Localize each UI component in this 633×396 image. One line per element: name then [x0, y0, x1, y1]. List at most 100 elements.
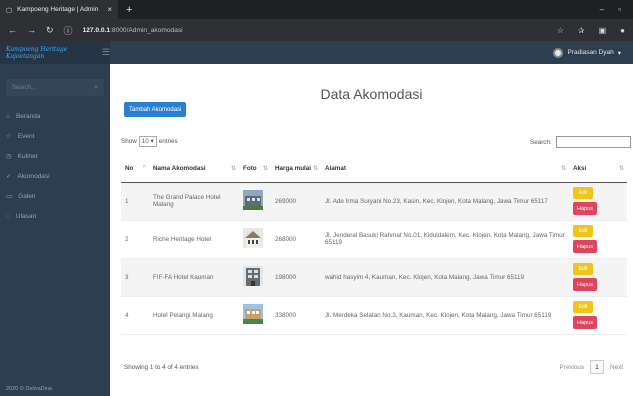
previous-button[interactable]: Previous: [560, 364, 585, 371]
edit-button[interactable]: Edit: [573, 301, 593, 313]
delete-button[interactable]: Hapus: [573, 202, 597, 215]
reload-icon[interactable]: ↻: [46, 25, 54, 36]
cell-harga: 268000: [271, 220, 321, 259]
sidebar-footer: 2020 © DelivaDina: [6, 386, 52, 392]
image-icon: ▭: [6, 193, 13, 200]
cell-aksi: Edit Hapus: [569, 258, 627, 297]
column-header-alamat[interactable]: Alamat ⇅: [321, 156, 569, 183]
cell-harga: 269000: [271, 182, 321, 221]
check-icon: ✓: [6, 173, 12, 180]
sidebar-item-galeri[interactable]: ▭ Galeri: [0, 186, 110, 206]
entries-label: entries: [158, 138, 178, 145]
url-field[interactable]: 127.0.0.1:8000/Admin_akomodasi: [83, 27, 183, 34]
home-icon: ⌂: [6, 112, 10, 120]
add-accommodation-button[interactable]: Tambah Akomodasi: [124, 102, 187, 117]
cell-foto: [239, 258, 271, 297]
back-icon[interactable]: ←: [8, 25, 17, 35]
column-header-no[interactable]: No ^: [121, 156, 149, 183]
cell-harga: 338000: [271, 296, 321, 335]
window-controls: – ▫: [600, 5, 633, 14]
table-header-row: No ^ Nama Akomodasi ⇅ Foto ⇅ Harga mulai ⇅ A…: [121, 156, 627, 183]
cell-foto: [239, 220, 271, 259]
edit-button[interactable]: Edit: [573, 225, 593, 237]
table-search: Search:: [530, 136, 631, 148]
sidebar-item-beranda[interactable]: ⌂ Beranda: [0, 106, 110, 126]
sidebar-item-label: Akomodasi: [17, 172, 50, 180]
delete-button[interactable]: Hapus: [573, 240, 597, 253]
search-icon[interactable]: ⌕: [94, 84, 98, 92]
column-header-foto[interactable]: Foto ⇅: [239, 156, 271, 183]
sidebar-item-ulasan[interactable]: ◌ Ulasan: [0, 206, 110, 226]
page-1-button[interactable]: 1: [590, 360, 605, 374]
entries-select-value: 10: [141, 138, 149, 145]
cell-foto: [239, 182, 271, 221]
table-row: 4 Hotel Pelangi Malang 338000 Jl. Merdek…: [121, 296, 627, 335]
search-input[interactable]: Search...: [12, 85, 36, 91]
bookmark-star-icon[interactable]: ☆: [557, 26, 564, 35]
close-tab-icon[interactable]: ×: [107, 5, 112, 14]
menu-toggle-icon[interactable]: ☰: [102, 48, 110, 58]
accommodation-table: No ^ Nama Akomodasi ⇅ Foto ⇅ Harga mulai ⇅ A…: [121, 156, 627, 335]
page-icon: ▢: [6, 6, 13, 14]
edit-button[interactable]: Edit: [573, 187, 593, 199]
entries-select[interactable]: 10 ▾: [138, 136, 157, 147]
cell-alamat: Jl. Ade Irma Suryani No.23, Kasin, Kec. …: [321, 182, 569, 221]
column-header-nama[interactable]: Nama Akomodasi ⇅: [149, 156, 239, 183]
next-button[interactable]: Next: [610, 364, 623, 371]
chevron-down-icon: ▾: [150, 138, 154, 145]
cell-no: 4: [121, 296, 149, 335]
profile-icon[interactable]: ●: [620, 26, 625, 35]
delete-button[interactable]: Hapus: [573, 316, 597, 329]
sort-icon: ⇅: [230, 166, 236, 172]
entries-length-control: Show 10 ▾ entries: [121, 136, 178, 147]
brand-text: Kampoeng Heritage Kajoetangan: [6, 45, 68, 60]
sidebar-search[interactable]: Search... ⌕: [6, 79, 104, 96]
browser-tab-bar: ▢ Kampoeng Heritage | Admin × + – ▫: [0, 0, 633, 19]
cell-nama: The Grand Palace Hotel Malang: [149, 182, 239, 221]
comment-icon: ◌: [6, 212, 10, 220]
edit-button[interactable]: Edit: [573, 263, 593, 275]
user-menu[interactable]: Pradiasan Dyah ▾: [553, 47, 633, 58]
sort-icon: ⇅: [312, 166, 318, 172]
favorites-icon[interactable]: ✰: [578, 26, 585, 35]
sort-icon: ^: [142, 165, 146, 171]
sidebar-item-akomodasi[interactable]: ✓ Akomodasi: [0, 166, 110, 186]
sidebar-item-event[interactable]: ☆ Event: [0, 126, 110, 146]
sidebar-item-kuliner[interactable]: ◷ Kuliner: [0, 146, 110, 166]
brand-logo[interactable]: Kampoeng Heritage Kajoetangan ☰: [0, 41, 110, 64]
forward-icon[interactable]: →: [27, 25, 36, 35]
food-icon: ◷: [6, 153, 12, 160]
browser-tab[interactable]: ▢ Kampoeng Heritage | Admin ×: [0, 0, 118, 19]
info-icon[interactable]: ⓘ: [64, 24, 73, 37]
show-label: Show: [121, 138, 137, 145]
cell-alamat: wahid hasyim 4, Kauman, Kec. Klojen, Kot…: [321, 258, 569, 297]
sidebar-item-label: Event: [17, 132, 35, 140]
pagination: Previous 1 Next: [560, 360, 623, 374]
sort-icon: ⇅: [560, 166, 566, 172]
new-tab-icon[interactable]: +: [126, 4, 132, 16]
column-header-aksi[interactable]: Aksi ⇅: [569, 156, 627, 183]
search-label: Search:: [530, 138, 552, 146]
column-header-harga[interactable]: Harga mulai ⇅: [271, 156, 321, 183]
cell-nama: Riche Heritage Hotel: [149, 220, 239, 259]
cell-harga: 198000: [271, 258, 321, 297]
table-row: 3 FIF-FA Hotel Kauman 198000 wahid hasyi…: [121, 258, 627, 297]
cell-foto: [239, 296, 271, 335]
table-search-input[interactable]: [555, 136, 631, 148]
minimize-icon[interactable]: –: [600, 5, 604, 14]
cell-no: 3: [121, 258, 149, 297]
cell-nama: FIF-FA Hotel Kauman: [149, 258, 239, 297]
delete-button[interactable]: Hapus: [573, 278, 597, 291]
collections-icon[interactable]: ▣: [599, 26, 607, 35]
hotel-photo: [243, 228, 263, 248]
table-row: 1 The Grand Palace Hotel Malang 269000 J…: [121, 182, 627, 221]
cell-no: 1: [121, 182, 149, 221]
avatar: [553, 47, 564, 58]
cell-aksi: Edit Hapus: [569, 220, 627, 259]
user-name: Pradiasan Dyah: [567, 49, 614, 56]
table-info: Showing 1 to 4 of 4 entries: [124, 364, 199, 371]
cell-aksi: Edit Hapus: [569, 182, 627, 221]
hotel-photo: [243, 190, 263, 210]
cell-aksi: Edit Hapus: [569, 296, 627, 335]
maximize-icon[interactable]: ▫: [618, 5, 621, 14]
